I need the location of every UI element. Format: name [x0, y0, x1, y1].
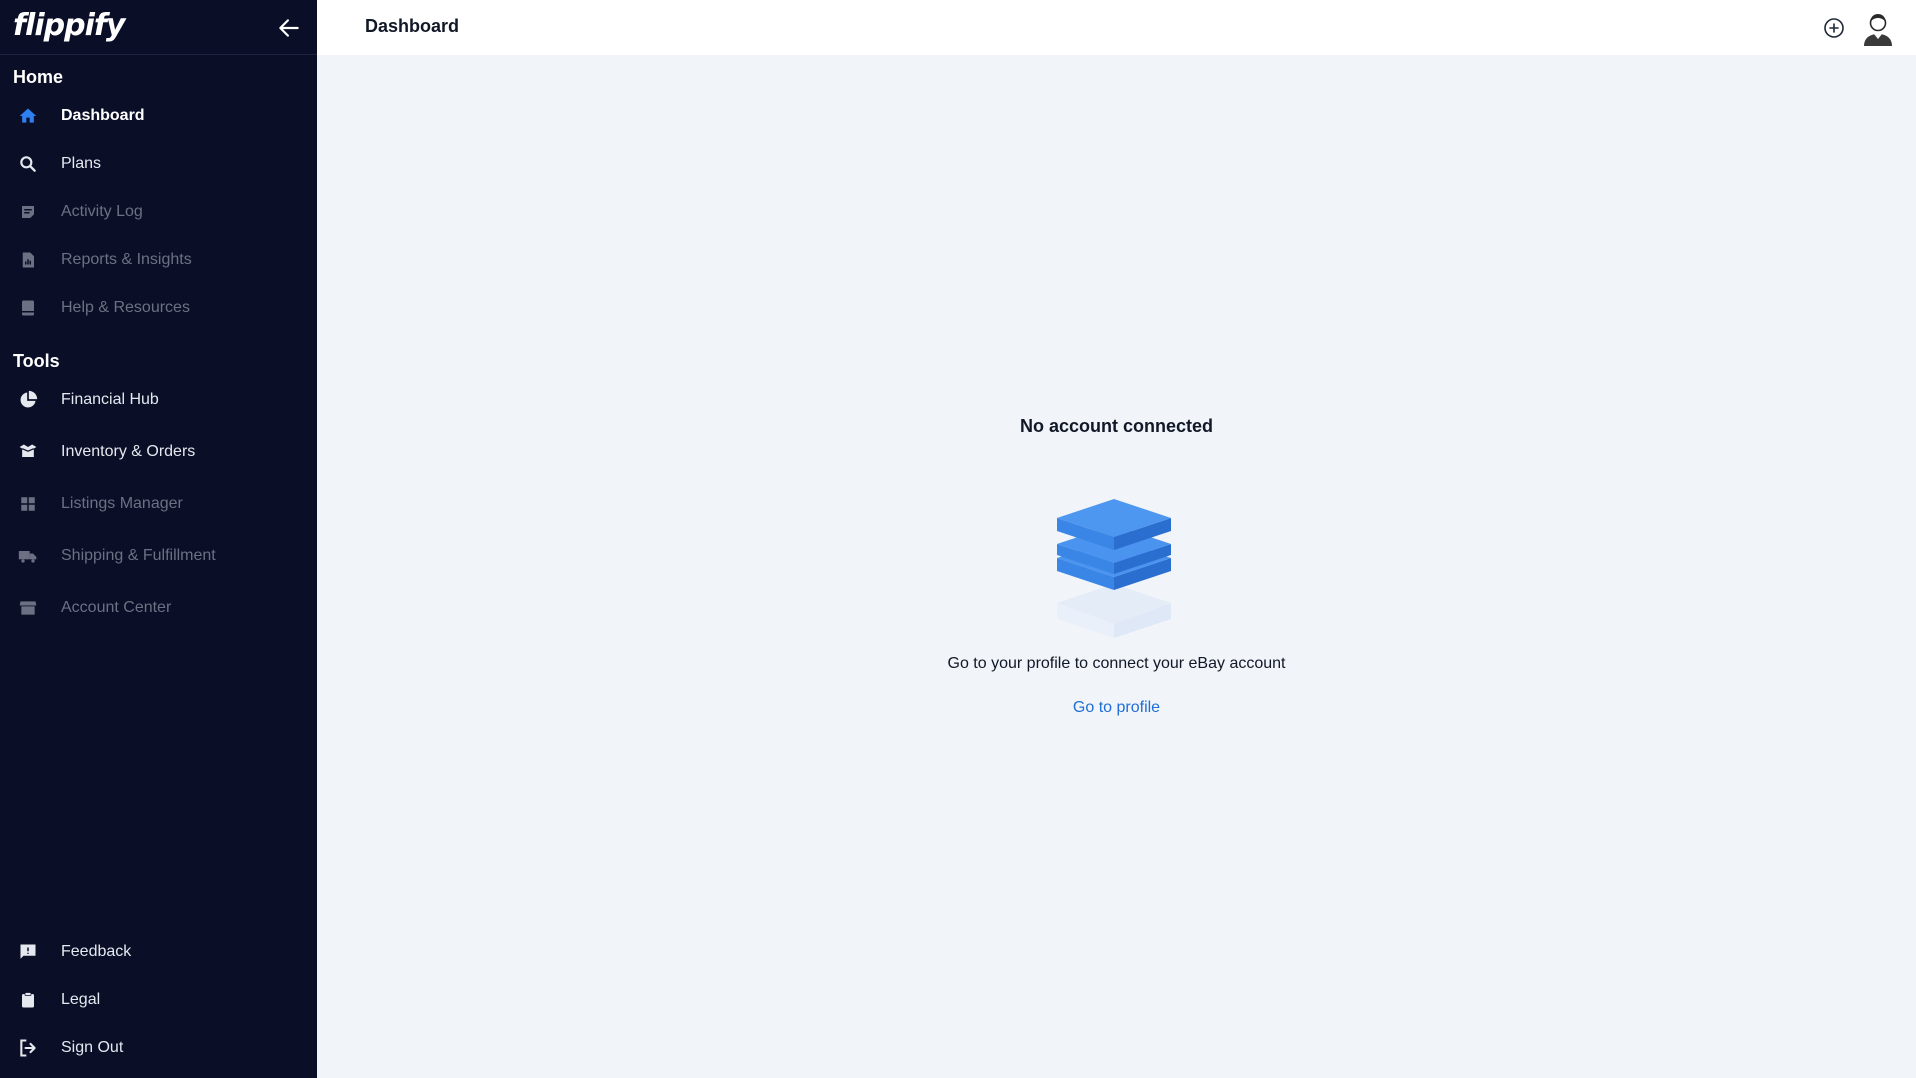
pie-chart-icon	[18, 390, 38, 410]
box-icon	[18, 442, 38, 462]
sidebar-item-reports-insights[interactable]: Reports & Insights	[0, 240, 317, 280]
sidebar-item-label: Plans	[61, 155, 102, 172]
page-title: Dashboard	[365, 16, 460, 36]
add-button[interactable]	[1822, 16, 1846, 40]
flippify-logo[interactable]: flippify	[13, 8, 125, 43]
sidebar-item-shipping-fulfillment[interactable]: Shipping & Fulfillment	[0, 536, 317, 576]
user-avatar-icon	[1864, 14, 1892, 46]
top-bar: Dashboard	[317, 0, 1916, 55]
empty-state-title: No account connected	[1019, 416, 1214, 436]
home-icon	[18, 106, 38, 126]
go-to-profile-link[interactable]: Go to profile	[1073, 699, 1160, 716]
sidebar-item-feedback[interactable]: Feedback	[0, 932, 317, 972]
arrow-left-icon	[279, 19, 299, 37]
sidebar-item-label: Sign Out	[61, 1039, 124, 1056]
sidebar-item-label: Activity Log	[61, 203, 143, 220]
sidebar-item-label: Account Center	[61, 599, 172, 616]
section-title-home: Home	[13, 67, 64, 87]
stacked-boxes-illustration	[1057, 488, 1177, 648]
store-icon	[18, 598, 38, 618]
grid-icon	[18, 494, 38, 514]
sidebar-item-label: Feedback	[61, 943, 132, 960]
sidebar-item-label: Listings Manager	[61, 495, 183, 512]
clipboard-icon	[18, 990, 38, 1010]
sidebar-item-inventory-orders[interactable]: Inventory & Orders	[0, 432, 317, 472]
sidebar-item-label: Dashboard	[61, 107, 145, 124]
sidebar-item-legal[interactable]: Legal	[0, 980, 317, 1020]
collapse-sidebar-button[interactable]	[276, 15, 302, 41]
book-icon	[18, 298, 38, 318]
plus-circle-icon	[1824, 18, 1844, 38]
sidebar-item-dashboard[interactable]: Dashboard	[0, 96, 317, 136]
sidebar-item-help-resources[interactable]: Help & Resources	[0, 288, 317, 328]
go-to-profile-link-row: Go to profile	[317, 699, 1916, 717]
sidebar-item-label: Help & Resources	[61, 299, 190, 316]
report-icon	[18, 250, 38, 270]
sidebar-item-financial-hub[interactable]: Financial Hub	[0, 380, 317, 420]
note-icon	[18, 202, 38, 222]
sidebar-item-label: Inventory & Orders	[61, 443, 196, 460]
sidebar-item-account-center[interactable]: Account Center	[0, 588, 317, 628]
truck-icon	[18, 546, 38, 566]
sidebar-item-plans[interactable]: Plans	[0, 144, 317, 184]
sidebar-item-label: Reports & Insights	[61, 251, 192, 268]
search-icon	[18, 154, 38, 174]
section-title-tools: Tools	[13, 351, 60, 371]
sidebar-item-listings-manager[interactable]: Listings Manager	[0, 484, 317, 524]
avatar[interactable]	[1860, 10, 1896, 46]
sidebar: flippify Home Dashboard Plans Activity L…	[0, 0, 317, 1078]
sign-out-icon	[18, 1038, 38, 1058]
empty-state-description: Go to your profile to connect your eBay …	[947, 655, 1286, 672]
main-content: No account connected Go to your profile …	[317, 55, 1916, 1078]
sidebar-item-label: Shipping & Fulfillment	[61, 547, 216, 564]
sidebar-item-sign-out[interactable]: Sign Out	[0, 1028, 317, 1068]
sidebar-header: flippify	[0, 0, 317, 55]
sidebar-item-activity-log[interactable]: Activity Log	[0, 192, 317, 232]
sidebar-item-label: Financial Hub	[61, 391, 159, 408]
sidebar-item-label: Legal	[61, 991, 101, 1008]
feedback-icon	[18, 942, 38, 962]
